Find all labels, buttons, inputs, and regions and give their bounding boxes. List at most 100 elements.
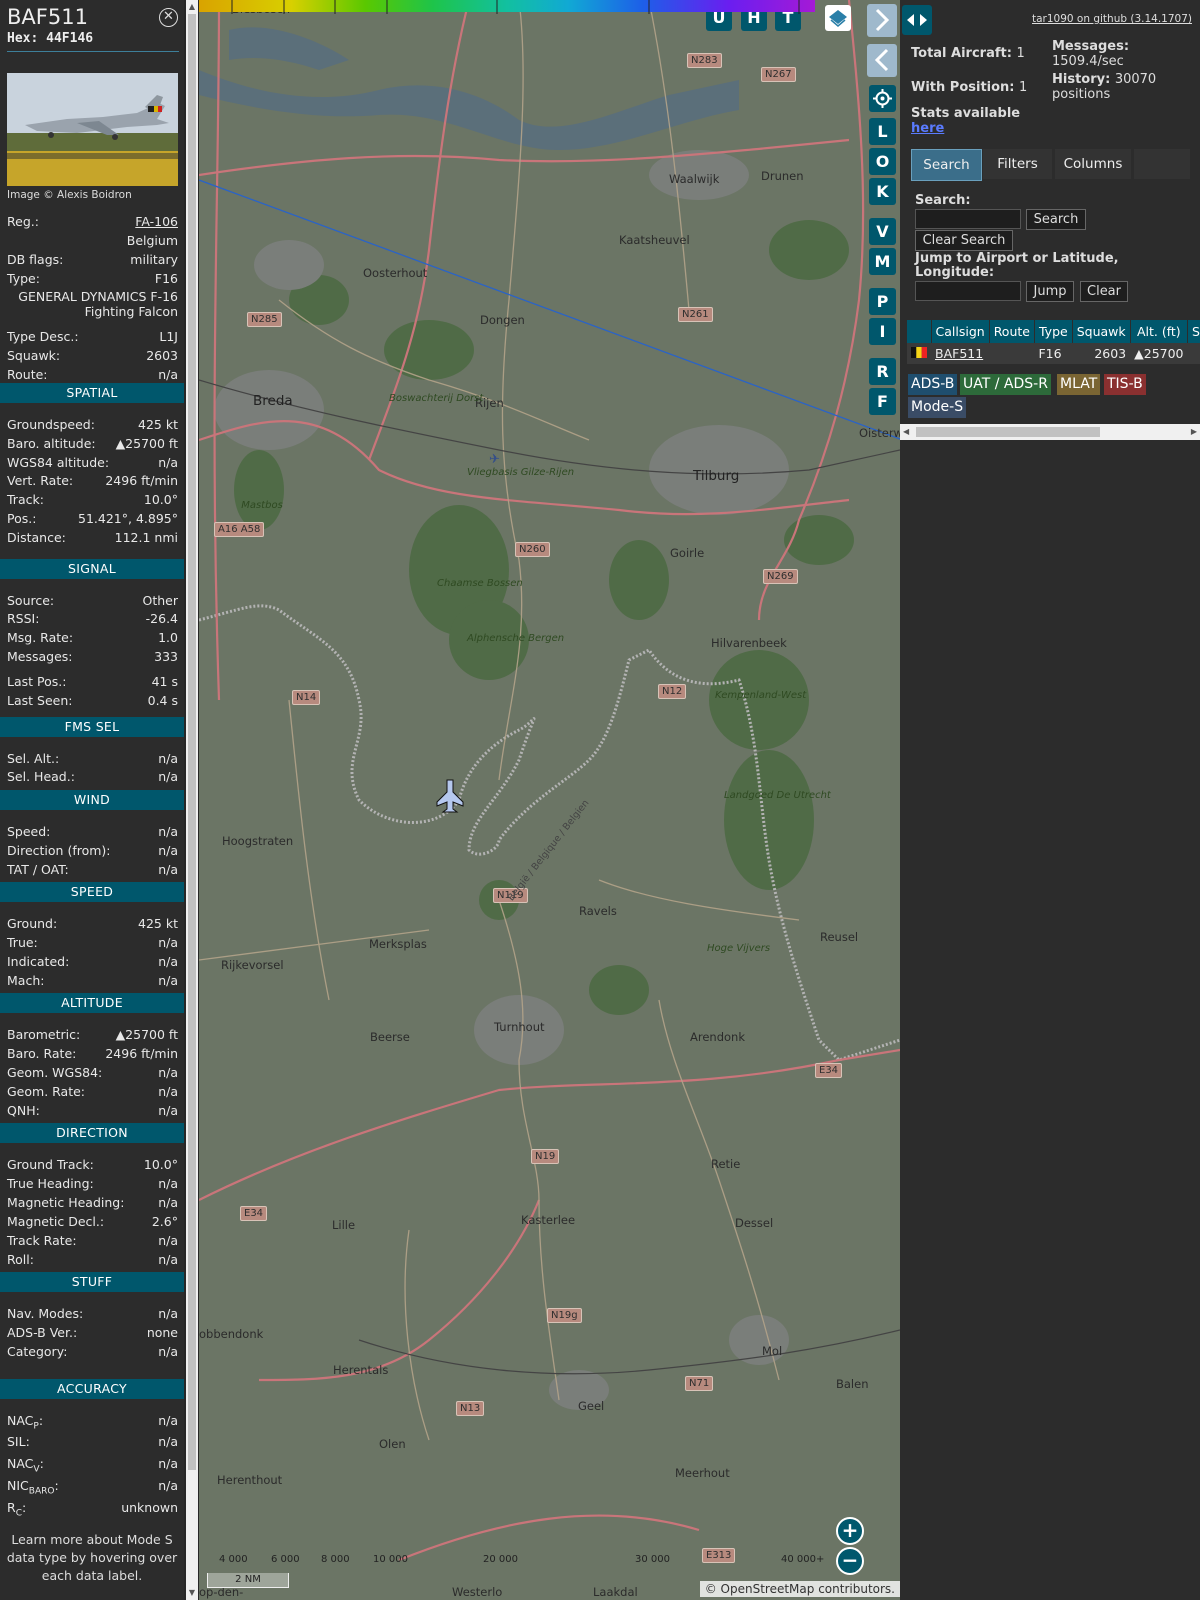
scrollbar-thumb[interactable] [188,14,196,1470]
direction-label[interactable]: Ground Track: [7,1156,94,1174]
signal-label[interactable]: Source: [7,592,54,610]
column-header[interactable]: Callsign [931,320,990,343]
map-btn-p[interactable]: P [869,288,896,315]
zoom-in-button[interactable]: + [836,1517,864,1545]
map-btn-o[interactable]: O [869,148,896,175]
direction-label[interactable]: Track Rate: [7,1232,77,1250]
altitude-label[interactable]: Geom. Rate: [7,1083,85,1101]
signal-label[interactable]: Msg. Rate: [7,629,73,647]
source-badge[interactable]: TIS-B [1104,374,1146,395]
section-signal[interactable]: SIGNAL [0,559,184,579]
row-callsign[interactable]: BAF511 [931,343,990,364]
wind-label[interactable]: Speed: [7,823,50,841]
stuff-label[interactable]: ADS-B Ver.: [7,1324,77,1342]
info-scrollbar[interactable]: ▲ ▼ [186,0,198,1600]
section-spatial[interactable]: SPATIAL [0,383,184,403]
map-btn-v[interactable]: V [869,218,896,245]
accuracy-label[interactable]: NACP: [7,1412,43,1436]
stuff-label[interactable]: Nav. Modes: [7,1305,83,1323]
column-header[interactable]: Type [1034,320,1073,343]
jump-input[interactable] [915,281,1021,301]
scroll-right-icon[interactable]: ▶ [1191,427,1197,436]
section-fms[interactable]: FMS SEL [0,717,184,737]
chevron-left-icon[interactable] [867,44,897,77]
source-badge[interactable]: MLAT [1057,374,1101,395]
column-header[interactable]: Squawk [1072,320,1131,343]
fms-label[interactable]: Sel. Alt.: [7,750,59,768]
column-header[interactable]: Route [989,320,1035,343]
map-btn-i[interactable]: I [869,318,896,345]
source-badge[interactable]: UAT / ADS-R [960,374,1051,395]
section-accuracy[interactable]: ACCURACY [0,1379,184,1399]
map-btn-f[interactable]: F [869,388,896,415]
clear-button[interactable]: Clear [1080,281,1128,302]
accuracy-label[interactable]: NICBARO: [7,1477,59,1501]
section-wind[interactable]: WIND [0,790,184,810]
stuff-label[interactable]: Category: [7,1343,67,1361]
tab-columns[interactable]: Columns [1055,149,1131,179]
signal-label[interactable]: RSSI: [7,610,39,628]
spatial-label[interactable]: WGS84 altitude: [7,454,109,472]
fms-label[interactable]: Sel. Head.: [7,768,75,786]
gear-icon[interactable] [869,85,896,112]
accuracy-label[interactable]: RC: [7,1499,26,1523]
source-badge[interactable]: ADS-B [908,374,958,395]
section-stuff[interactable]: STUFF [0,1272,184,1292]
list-scrollbar[interactable]: ◀ ▶ [900,424,1200,440]
tab-filters[interactable]: Filters [983,149,1052,179]
spatial-label[interactable]: Track: [7,491,44,509]
map-btn-r[interactable]: R [869,358,896,385]
signal-label[interactable]: Last Pos.: [7,673,66,691]
spatial-label[interactable]: Distance: [7,529,66,547]
column-header[interactable]: Alt. (ft) [1130,320,1189,343]
altitude-label[interactable]: Geom. WGS84: [7,1064,102,1082]
map-btn-l[interactable]: L [869,118,896,145]
reg-link[interactable]: FA-106 [135,213,178,231]
scrollbar-thumb[interactable] [916,427,1100,437]
section-direction[interactable]: DIRECTION [0,1123,184,1143]
tab-search[interactable]: Search [911,149,982,181]
scroll-left-icon[interactable]: ◀ [903,427,909,436]
clear-search-button[interactable]: Clear Search [915,230,1013,251]
zoom-out-button[interactable]: − [836,1547,864,1575]
chevron-right-icon[interactable] [867,4,897,37]
scroll-up-icon[interactable]: ▲ [187,2,197,12]
altitude-label[interactable]: Barometric: [7,1026,80,1044]
wind-label[interactable]: TAT / OAT: [7,861,69,879]
speed-label[interactable]: Indicated: [7,953,69,971]
direction-label[interactable]: Magnetic Decl.: [7,1213,104,1231]
scroll-down-icon[interactable]: ▼ [187,1588,197,1598]
layers-icon[interactable] [825,5,851,31]
map-btn-m[interactable]: M [869,248,896,275]
direction-label[interactable]: Magnetic Heading: [7,1194,124,1212]
wind-label[interactable]: Direction (from): [7,842,111,860]
signal-label[interactable]: Last Seen: [7,692,72,710]
direction-label[interactable]: True Heading: [7,1175,94,1193]
spatial-label[interactable]: Baro. altitude: [7,435,96,453]
accuracy-label[interactable]: SIL: [7,1433,30,1451]
spatial-label[interactable]: Groundspeed: [7,416,95,434]
spatial-label[interactable]: Pos.: [7,510,36,528]
speed-label[interactable]: Ground: [7,915,57,933]
openstreetmap-link[interactable]: OpenStreetMap [721,1582,815,1596]
direction-label[interactable]: Roll: [7,1251,34,1269]
altitude-label[interactable]: Baro. Rate: [7,1045,76,1063]
column-header[interactable]: Spd [1187,320,1200,343]
speed-label[interactable]: Mach: [7,972,44,990]
table-row[interactable]: BAF511 F16 2603 ▲25700 [907,343,1200,364]
section-speed[interactable]: SPEED [0,882,184,902]
split-arrows-icon[interactable] [902,5,932,35]
map-view[interactable]: ✈ BiesboschWaalwijkDrunenKaatsheuvelOost… [199,0,900,1600]
close-icon[interactable]: ✕ [159,8,178,27]
altitude-label[interactable]: QNH: [7,1102,40,1120]
stats-link[interactable]: here [911,121,944,136]
signal-label[interactable]: Messages: [7,648,73,666]
map-btn-k[interactable]: K [869,178,896,205]
github-link[interactable]: tar1090 on github (3.14.1707) [1032,13,1192,25]
spatial-label[interactable]: Vert. Rate: [7,472,73,490]
search-input[interactable] [915,209,1021,229]
search-button[interactable]: Search [1026,209,1086,230]
speed-label[interactable]: True: [7,934,38,952]
source-badge[interactable]: Mode-S [908,397,967,418]
jump-button[interactable]: Jump [1026,281,1074,302]
